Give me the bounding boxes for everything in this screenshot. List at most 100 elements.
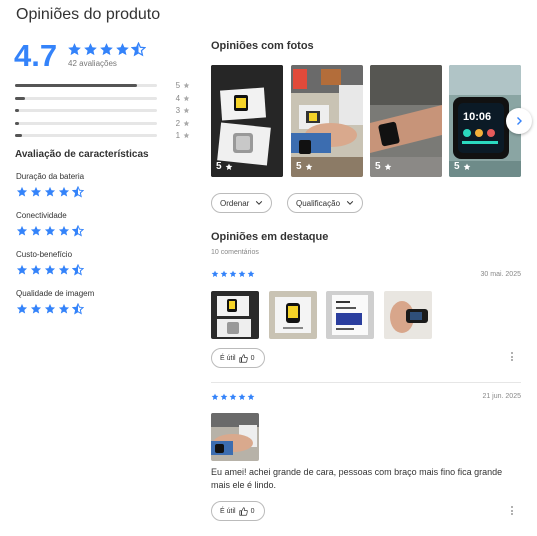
sort-dropdown[interactable]: Ordenar xyxy=(211,193,273,213)
distribution-star-label: 3 xyxy=(175,106,181,115)
distribution-bar xyxy=(15,109,158,112)
half-star-icon xyxy=(72,225,84,237)
useful-button[interactable]: É útil 0 xyxy=(211,501,265,521)
useful-label: É útil xyxy=(220,507,236,515)
star-icon xyxy=(16,264,28,276)
distribution-star-label: 4 xyxy=(175,93,181,103)
star-icon xyxy=(30,264,42,276)
star-icon xyxy=(384,163,392,171)
star-icon xyxy=(44,303,56,315)
star-icon xyxy=(16,303,28,315)
review-thumbnail[interactable] xyxy=(269,291,317,339)
star-icon xyxy=(67,42,82,57)
characteristic-item: Conectividade xyxy=(16,211,84,237)
review-menu-button[interactable] xyxy=(510,506,514,515)
star-icon xyxy=(30,186,42,198)
distribution-star-label: 1 xyxy=(175,131,181,140)
star-icon xyxy=(44,264,56,276)
useful-button[interactable]: É útil 0 xyxy=(211,348,265,368)
characteristic-stars xyxy=(16,225,84,237)
photo-rating: 5 xyxy=(375,161,392,172)
star-icon xyxy=(211,270,219,278)
star-icon xyxy=(220,393,228,401)
characteristic-item: Qualidade de imagem xyxy=(16,289,94,315)
star-icon xyxy=(58,225,70,237)
half-star-icon xyxy=(131,42,146,57)
review-photo[interactable]: 5 xyxy=(291,65,363,177)
half-star-icon xyxy=(72,303,84,315)
chevron-right-icon xyxy=(517,117,522,125)
review-thumbnail[interactable] xyxy=(384,291,432,339)
star-icon xyxy=(58,186,70,198)
carousel-next-button[interactable] xyxy=(506,108,532,134)
star-icon xyxy=(247,393,255,401)
star-icon xyxy=(58,264,70,276)
star-icon xyxy=(225,163,233,171)
photo-rating: 5 xyxy=(216,161,233,172)
review-date: 30 mai. 2025 xyxy=(480,271,521,278)
star-icon xyxy=(247,270,255,278)
star-icon xyxy=(211,393,219,401)
half-star-icon xyxy=(72,186,84,198)
characteristics-title: Avaliação de características xyxy=(15,149,149,160)
useful-label: É útil xyxy=(220,354,236,362)
review-stars xyxy=(211,393,255,401)
review-divider xyxy=(211,382,521,383)
chevron-down-icon xyxy=(346,201,354,205)
distribution-bar xyxy=(15,121,158,125)
star-icon xyxy=(238,393,246,401)
svg-text:10:06: 10:06 xyxy=(463,111,491,123)
characteristic-label: Conectividade xyxy=(16,211,67,220)
ratings-count: 42 avaliações xyxy=(68,59,117,68)
star-icon xyxy=(58,303,70,315)
photo-rating: 5 xyxy=(296,161,313,172)
review-photo[interactable]: 5 xyxy=(211,65,283,177)
comment-count: 10 comentários xyxy=(211,249,259,256)
star-icon xyxy=(16,225,28,237)
star-icon xyxy=(30,303,42,315)
thumbs-up-icon xyxy=(238,506,248,516)
star-icon xyxy=(30,225,42,237)
star-icon xyxy=(99,42,114,57)
rating-filter-dropdown[interactable]: Qualificação xyxy=(287,193,364,213)
review-thumbnail[interactable] xyxy=(211,413,259,461)
star-icon xyxy=(229,393,237,401)
chevron-down-icon xyxy=(256,201,263,205)
distribution-row: 4 xyxy=(15,93,190,104)
average-stars xyxy=(67,42,146,57)
sort-label: Ordenar xyxy=(220,198,250,208)
characteristic-label: Custo-benefício xyxy=(16,250,73,259)
distribution-row: 1 xyxy=(15,130,190,141)
distribution-fill xyxy=(15,84,138,87)
star-icon xyxy=(183,120,190,127)
star-icon xyxy=(220,270,228,278)
star-icon xyxy=(229,270,237,278)
characteristic-stars xyxy=(16,303,94,315)
review-thumbnail[interactable] xyxy=(211,291,259,339)
review-stars xyxy=(211,270,255,278)
characteristic-label: Qualidade de imagem xyxy=(16,289,95,298)
half-star-icon xyxy=(72,264,84,276)
rating-filter-label: Qualificação xyxy=(296,198,341,208)
characteristic-stars xyxy=(16,264,84,276)
characteristic-item: Custo-benefício xyxy=(16,250,84,276)
thumbs-up-icon xyxy=(238,353,248,363)
page-title: Opiniões do produto xyxy=(16,6,161,23)
distribution-star-label: 5 xyxy=(175,81,181,90)
review-date: 21 jun. 2025 xyxy=(482,393,521,400)
review-thumbnail[interactable] xyxy=(326,291,374,339)
review-photo[interactable]: 5 xyxy=(370,65,442,177)
star-icon xyxy=(115,42,130,57)
distribution-fill xyxy=(15,109,20,112)
distribution-bar xyxy=(15,84,158,87)
distribution-fill xyxy=(15,96,25,100)
photo-carousel: 5 5 5 10:06 5 xyxy=(211,65,521,177)
review-menu-button[interactable] xyxy=(510,352,514,361)
distribution-row: 2 xyxy=(15,118,190,129)
characteristic-item: Duração da bateria xyxy=(16,172,84,198)
star-icon xyxy=(183,107,190,114)
characteristic-label: Duração da bateria xyxy=(16,172,85,181)
photos-section-title: Opiniões com fotos xyxy=(211,40,314,52)
star-icon xyxy=(83,42,98,57)
star-icon xyxy=(44,225,56,237)
